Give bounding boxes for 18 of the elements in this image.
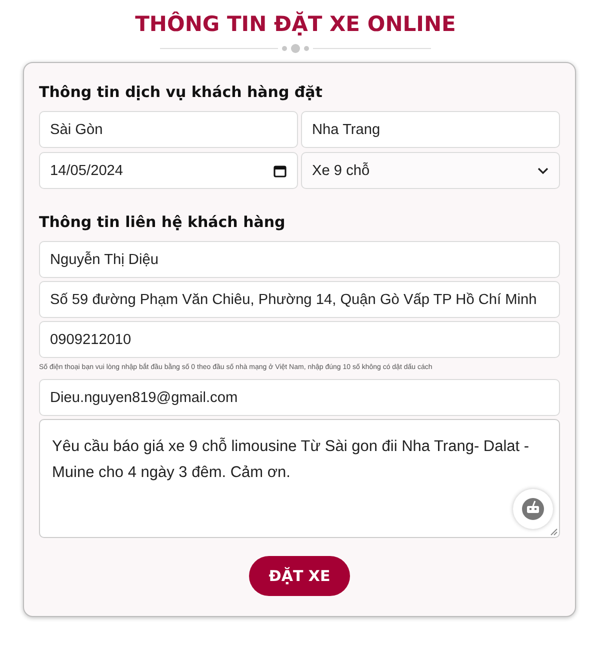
vehicle-select[interactable]: Xe 9 chỗ (301, 152, 560, 189)
chatbot-button[interactable] (513, 489, 553, 529)
robot-icon (520, 496, 546, 522)
pickup-field[interactable]: Sài Gòn (39, 111, 298, 148)
message-textarea[interactable]: Yêu cầu báo giá xe 9 chỗ limousine Từ Sài gon đii Nha Trang- Dalat - Muine cho 4 ngày 3 đêm. Cảm ơn. (39, 419, 560, 538)
destination-field[interactable]: Nha Trang (301, 111, 560, 148)
phone-field[interactable]: 0909212010 (39, 321, 560, 358)
section-heading: Thông tin dịch vụ khách hàng đặt (39, 83, 324, 101)
submit-button[interactable]: ĐẶT XE (248, 556, 350, 596)
address-field[interactable]: Số 59 đường Phạm Văn Chiêu, Phường 14, Quận Gò Vấp TP Hồ Chí Minh (39, 281, 560, 318)
page-title: THÔNG TIN ĐẶT XE ONLINE (135, 12, 456, 36)
section-heading: Thông tin liên hệ khách hàng (39, 213, 286, 231)
email-field[interactable]: Dieu.nguyen819@gmail.com (39, 379, 560, 416)
name-field[interactable]: Nguyễn Thị Diệu (39, 241, 560, 278)
date-field[interactable]: 14/05/2024 (39, 152, 298, 189)
calendar-icon[interactable] (273, 164, 287, 178)
resize-grip-icon[interactable] (550, 528, 558, 536)
chevron-down-icon (537, 166, 549, 174)
